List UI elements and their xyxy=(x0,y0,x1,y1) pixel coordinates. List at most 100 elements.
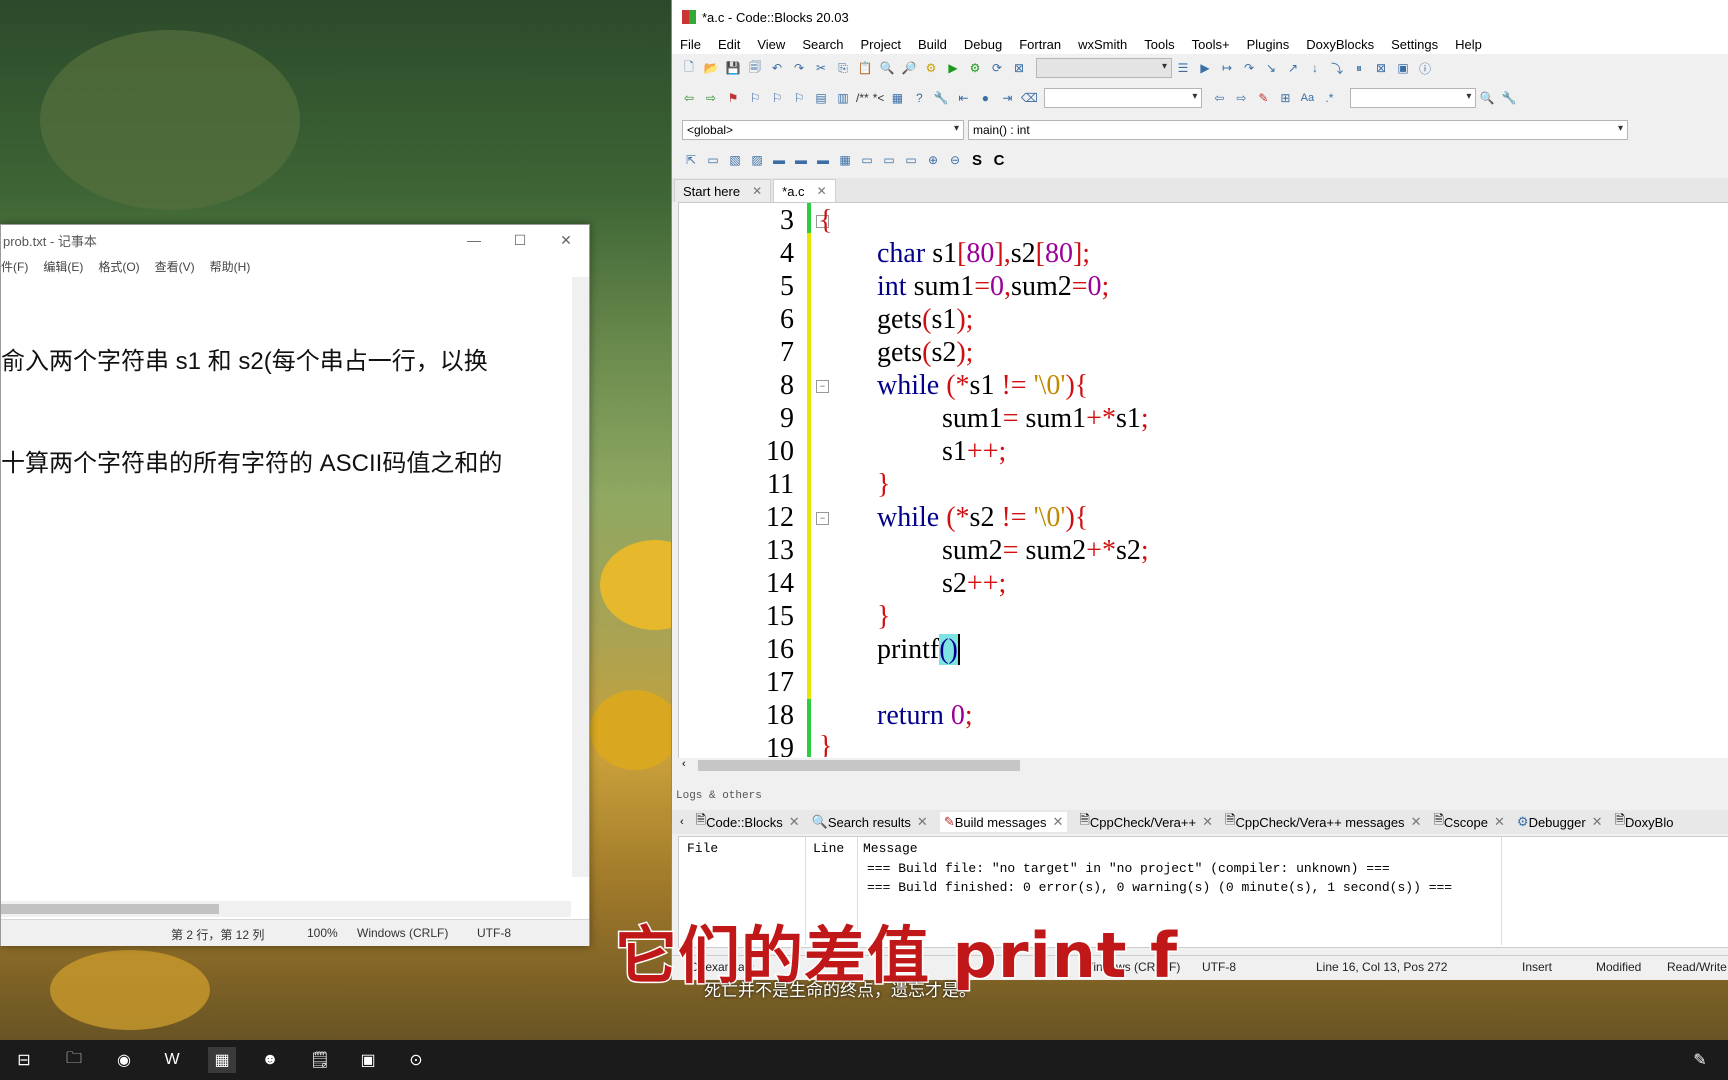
doxy-config-icon[interactable]: ▦ xyxy=(888,90,906,106)
step-out-icon[interactable]: ↗ xyxy=(1284,60,1302,76)
task-view-icon[interactable]: ⊟ xyxy=(10,1047,38,1073)
tab-cppcheck[interactable]: 🗎 CppCheck/Vera++ ✕ xyxy=(1079,811,1213,833)
pen-icon[interactable]: ✎ xyxy=(1686,1047,1714,1073)
menu-edit[interactable]: 编辑(E) xyxy=(43,258,83,275)
doxy-help-icon[interactable]: ? xyxy=(910,90,928,106)
run-icon[interactable]: ▶ xyxy=(944,60,962,76)
bookmark-icon[interactable]: ⚑ xyxy=(724,90,742,106)
debug-icon[interactable]: ▶ xyxy=(1196,60,1214,76)
editor-horizontal-scrollbar[interactable]: ‹ xyxy=(678,758,1728,774)
tab-a-c[interactable]: *a.c ✕ xyxy=(773,179,836,202)
tabs-scroll-left-icon[interactable]: ‹ xyxy=(680,816,684,828)
symbol-settings-icon[interactable]: 🔧 xyxy=(1500,90,1518,106)
step-into-icon[interactable]: ↘ xyxy=(1262,60,1280,76)
wps-icon[interactable]: W xyxy=(158,1047,186,1073)
horizontal-scrollbar[interactable] xyxy=(1,901,571,917)
function-select[interactable]: main() : int ▾ xyxy=(968,120,1628,140)
scroll-thumb[interactable] xyxy=(698,760,1020,771)
doxy-inline-comment-icon[interactable]: *< xyxy=(873,90,885,106)
save-icon[interactable]: 💾 xyxy=(724,60,742,76)
next-instruction-icon[interactable]: ↓ xyxy=(1306,60,1324,76)
find-icon[interactable]: 🔍 xyxy=(878,60,896,76)
debug-windows-icon[interactable]: ▣ xyxy=(1394,60,1412,76)
recorder-icon[interactable]: ⊙ xyxy=(402,1047,430,1073)
menu-item[interactable]: wxSmith xyxy=(1078,37,1127,52)
menu-item[interactable]: Edit xyxy=(718,37,740,52)
frame-icon[interactable]: ▭ xyxy=(704,152,722,168)
highlight-icon[interactable]: ▤ xyxy=(812,90,830,106)
clear-search-icon[interactable]: ⌫ xyxy=(1020,90,1038,106)
cut-icon[interactable]: ✂ xyxy=(812,60,830,76)
copy-icon[interactable]: ⎘ xyxy=(834,60,852,76)
close-icon[interactable]: ✕ xyxy=(543,225,589,255)
letter-s-icon[interactable]: S xyxy=(968,152,986,169)
menu-item[interactable]: Help xyxy=(1455,37,1482,52)
menu-item[interactable]: Plugins xyxy=(1247,37,1290,52)
selection-only-icon[interactable]: ⊞ xyxy=(1276,90,1294,106)
target-options-icon[interactable]: ☰ xyxy=(1174,60,1192,76)
widget8-icon[interactable]: ▭ xyxy=(880,152,898,168)
widget9-icon[interactable]: ▭ xyxy=(902,152,920,168)
maximize-icon[interactable]: ☐ xyxy=(497,225,543,255)
jump-back-icon[interactable]: ⇤ xyxy=(954,90,972,106)
build-target-select[interactable]: ▾ xyxy=(1036,58,1172,78)
replace-icon[interactable]: 🔎 xyxy=(900,60,918,76)
new-file-icon[interactable]: 🗋 xyxy=(680,60,698,76)
menu-view[interactable]: 查看(V) xyxy=(155,258,195,275)
rebuild-icon[interactable]: ⟳ xyxy=(988,60,1006,76)
search-prev-icon[interactable]: ⇦ xyxy=(1210,90,1228,106)
find-symbol-icon[interactable]: 🔍 xyxy=(1478,90,1496,106)
menu-item[interactable]: Project xyxy=(861,37,901,52)
jump-dot-icon[interactable]: ● xyxy=(976,90,994,106)
open-icon[interactable]: 📂 xyxy=(702,60,720,76)
close-icon[interactable]: ✕ xyxy=(817,184,827,198)
menu-item[interactable]: Debug xyxy=(964,37,1002,52)
widget1-icon[interactable]: ▧ xyxy=(726,152,744,168)
next-line-icon[interactable]: ↷ xyxy=(1240,60,1258,76)
zoom-in-icon[interactable]: ⊕ xyxy=(924,152,942,168)
menu-help[interactable]: 帮助(H) xyxy=(210,258,251,275)
widget4-icon[interactable]: ▬ xyxy=(792,152,810,168)
menu-item[interactable]: Search xyxy=(802,37,843,52)
highlight-search-icon[interactable]: ✎ xyxy=(1254,90,1272,106)
chrome-icon[interactable]: ◉ xyxy=(110,1047,138,1073)
scroll-left-icon[interactable]: ‹ xyxy=(682,758,686,770)
menu-item[interactable]: Settings xyxy=(1391,37,1438,52)
close-icon[interactable]: ✕ xyxy=(917,814,928,830)
code-editor[interactable]: 3 4 5 6 7 8 9 10 11 12 13 14 15 16 17 18… xyxy=(678,202,1728,760)
letter-c-icon[interactable]: C xyxy=(990,152,1008,169)
clear-bookmarks-icon[interactable]: ⚐ xyxy=(790,90,808,106)
tab-build-messages[interactable]: ✎ Build messages ✕ xyxy=(939,812,1068,832)
video-app-icon[interactable]: ▣ xyxy=(354,1047,382,1073)
build-icon[interactable]: ⚙ xyxy=(922,60,940,76)
codeblocks-taskbar-icon[interactable]: ▦ xyxy=(208,1047,236,1073)
stop-debug-icon[interactable]: ⊠ xyxy=(1372,60,1390,76)
menu-file[interactable]: 件(F) xyxy=(1,258,28,275)
tab-cppcheck-messages[interactable]: 🗎 CppCheck/Vera++ messages ✕ xyxy=(1225,811,1421,833)
tab-start-here[interactable]: Start here ✕ xyxy=(674,179,772,202)
menu-item[interactable]: DoxyBlocks xyxy=(1306,37,1374,52)
abort-icon[interactable]: ⊠ xyxy=(1010,60,1028,76)
tab-debugger[interactable]: ⚙ Debugger ✕ xyxy=(1517,814,1603,830)
close-icon[interactable]: ✕ xyxy=(1053,814,1064,830)
widget2-icon[interactable]: ▨ xyxy=(748,152,766,168)
column-header-message[interactable]: Message xyxy=(863,841,918,856)
close-icon[interactable]: ✕ xyxy=(1494,814,1505,830)
forward-icon[interactable]: ⇨ xyxy=(702,90,720,106)
wrench-icon[interactable]: 🔧 xyxy=(932,90,950,106)
redo-icon[interactable]: ↷ xyxy=(790,60,808,76)
menu-item[interactable]: File xyxy=(680,37,701,52)
search-next-icon[interactable]: ⇨ xyxy=(1232,90,1250,106)
close-icon[interactable]: ✕ xyxy=(1202,814,1213,830)
save-all-icon[interactable]: 🗐 xyxy=(746,60,764,76)
pointer-icon[interactable]: ⇱ xyxy=(682,152,700,168)
jump-forward-icon[interactable]: ⇥ xyxy=(998,90,1016,106)
close-icon[interactable]: ✕ xyxy=(1592,814,1603,830)
tab-cscope[interactable]: 🗎 Cscope ✕ xyxy=(1433,811,1504,833)
paste-icon[interactable]: 📋 xyxy=(856,60,874,76)
tab-doxyblocks[interactable]: 🗎 DoxyBlo xyxy=(1615,811,1674,833)
menu-item[interactable]: Tools xyxy=(1144,37,1174,52)
menu-item[interactable]: View xyxy=(757,37,785,52)
notepad-taskbar-icon[interactable]: 🗒 xyxy=(306,1047,334,1073)
prev-bookmark-icon[interactable]: ⚐ xyxy=(746,90,764,106)
